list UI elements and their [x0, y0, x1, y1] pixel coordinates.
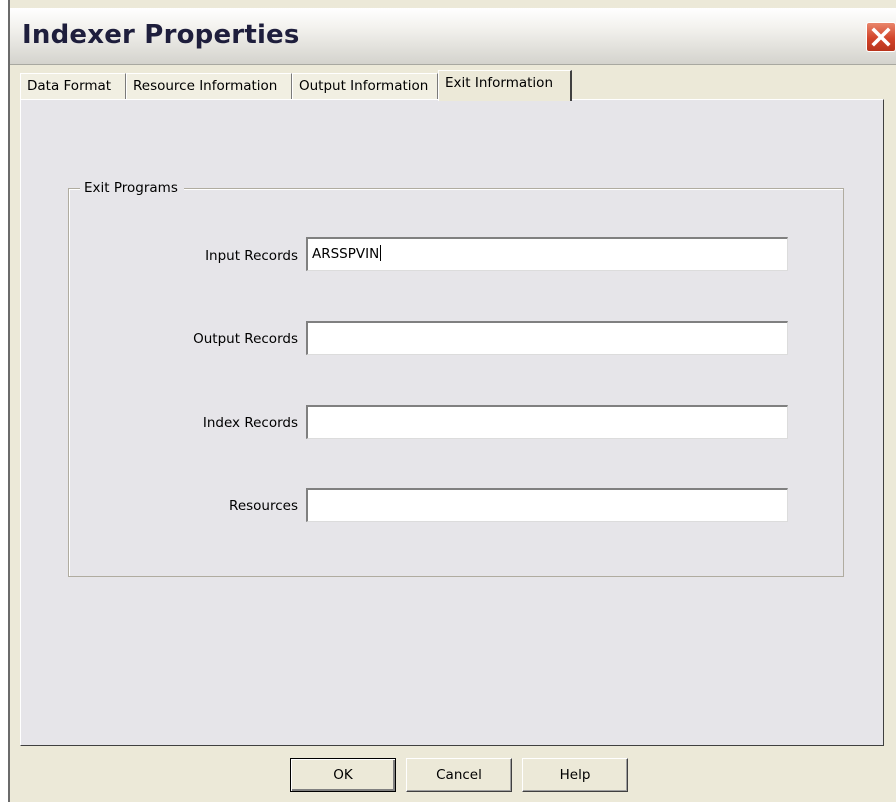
help-button-label: Help: [559, 767, 591, 783]
index-records-label: Index Records: [202, 415, 298, 431]
tab-output-information[interactable]: Output Information: [292, 73, 438, 99]
exit-programs-legend: Exit Programs: [80, 180, 184, 196]
output-records-label: Output Records: [193, 331, 298, 347]
tab-label: Resource Information: [133, 78, 278, 94]
tab-data-format[interactable]: Data Format: [20, 73, 126, 99]
tab-label: Data Format: [27, 78, 112, 94]
tab-resource-information[interactable]: Resource Information: [126, 73, 292, 99]
input-records-field[interactable]: ARSSPVIN: [306, 237, 788, 271]
close-button[interactable]: [866, 22, 896, 52]
text-caret: [380, 245, 382, 261]
tab-strip: Data Format Resource Information Output …: [20, 70, 880, 101]
tab-label: Exit Information: [445, 75, 553, 91]
close-icon: [871, 27, 891, 47]
tab-label: Output Information: [299, 78, 429, 94]
cancel-button-label: Cancel: [436, 767, 482, 783]
input-records-label: Input Records: [205, 248, 298, 264]
input-records-value: ARSSPVIN: [312, 246, 380, 262]
ok-button[interactable]: OK: [290, 758, 396, 792]
ok-button-label: OK: [333, 767, 353, 783]
indexer-properties-dialog: Indexer Properties Data Format Resource …: [8, 0, 896, 802]
output-records-field[interactable]: [306, 321, 788, 355]
help-button[interactable]: Help: [522, 758, 628, 792]
title-bar[interactable]: Indexer Properties: [10, 8, 896, 65]
window-title: Indexer Properties: [22, 20, 300, 50]
resources-field[interactable]: [306, 488, 788, 522]
resources-label: Resources: [229, 498, 298, 514]
tab-exit-information[interactable]: Exit Information: [438, 70, 572, 101]
index-records-field[interactable]: [306, 405, 788, 439]
cancel-button[interactable]: Cancel: [406, 758, 512, 792]
